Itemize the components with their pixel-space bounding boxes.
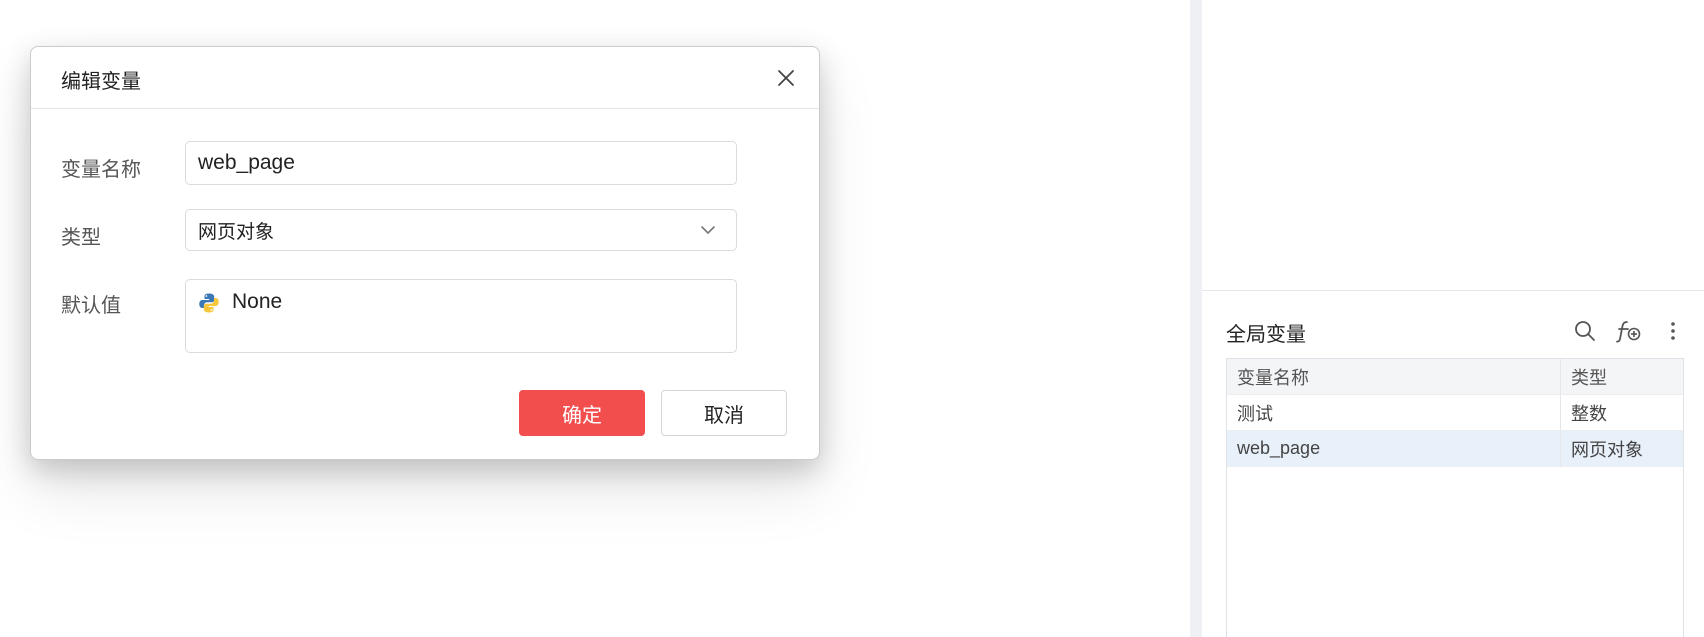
dialog-header: 编辑变量 (31, 47, 819, 109)
close-icon[interactable] (773, 65, 799, 91)
type-selected-value: 网页对象 (198, 221, 275, 243)
global-variables-toolbar (1572, 318, 1686, 344)
right-panel: 全局变量 变量名称 类型 测试 整数 web_page 网页对象 (1202, 0, 1704, 637)
default-value-input[interactable]: None (185, 279, 737, 353)
variable-name-input[interactable]: web_page (185, 141, 737, 185)
global-variables-table: 变量名称 类型 测试 整数 web_page 网页对象 (1226, 358, 1684, 637)
table-row[interactable]: web_page 网页对象 (1227, 431, 1683, 467)
cancel-button[interactable]: 取消 (661, 390, 787, 436)
variable-name-value: web_page (198, 151, 295, 174)
global-variables-title: 全局变量 (1226, 324, 1306, 346)
table-row[interactable]: 测试 整数 (1227, 395, 1683, 431)
row-name-cell: 测试 (1227, 395, 1561, 430)
default-value-label: 默认值 (61, 295, 121, 317)
search-icon[interactable] (1572, 318, 1598, 344)
column-header-type[interactable]: 类型 (1561, 359, 1683, 394)
python-icon (198, 292, 220, 320)
more-vertical-icon[interactable] (1660, 318, 1686, 344)
variable-name-label: 变量名称 (61, 159, 141, 181)
row-type-cell: 整数 (1571, 403, 1607, 424)
default-value-text: None (232, 290, 283, 313)
edit-variable-dialog: 编辑变量 变量名称 web_page 类型 网页对象 默认值 None 确定 取… (30, 46, 820, 460)
confirm-button[interactable]: 确定 (519, 390, 645, 436)
section-separator (1202, 290, 1704, 291)
column-header-name[interactable]: 变量名称 (1227, 359, 1561, 394)
type-select[interactable]: 网页对象 (185, 209, 737, 251)
type-label: 类型 (61, 227, 101, 249)
row-type-cell: 网页对象 (1571, 439, 1643, 460)
add-function-icon[interactable] (1616, 318, 1642, 344)
row-name-cell: web_page (1227, 431, 1561, 466)
panel-divider[interactable] (1190, 0, 1202, 637)
table-header: 变量名称 类型 (1227, 359, 1683, 395)
dialog-title: 编辑变量 (61, 71, 141, 93)
chevron-down-icon (700, 222, 716, 244)
